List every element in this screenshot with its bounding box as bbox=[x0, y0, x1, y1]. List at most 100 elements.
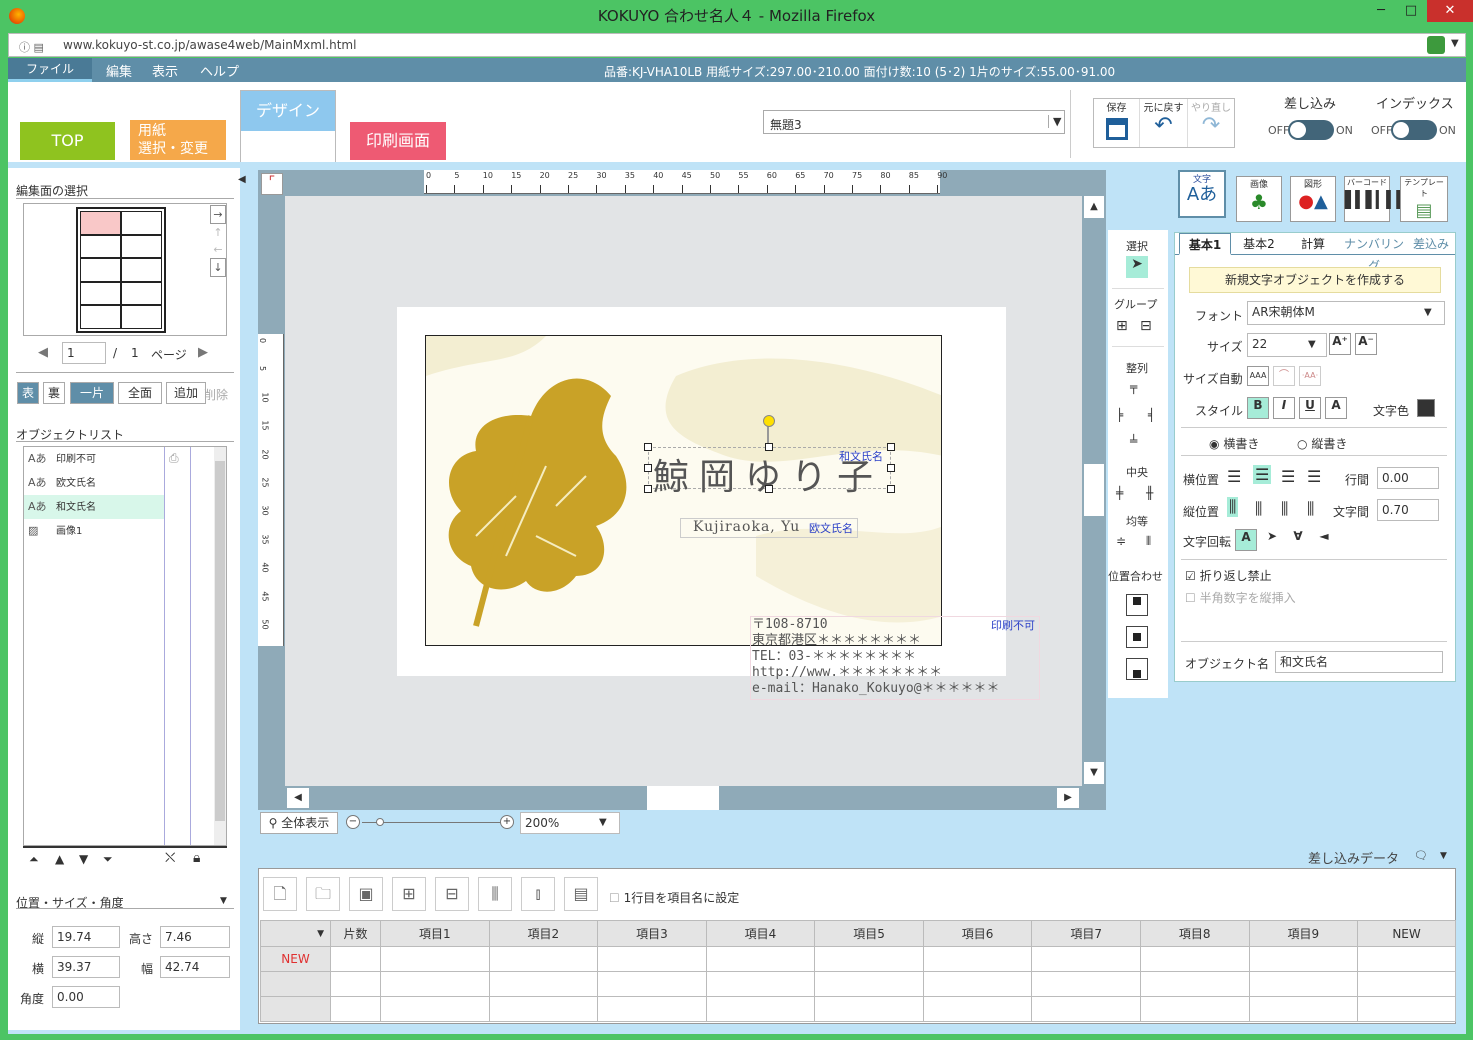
tab-2[interactable]: 基本2 bbox=[1233, 233, 1285, 255]
menu-help[interactable]: ヘルプ bbox=[200, 61, 239, 80]
zoom-select[interactable]: 200% ▼ bbox=[520, 812, 620, 834]
scroll-up-icon[interactable]: ▲ bbox=[1084, 196, 1104, 218]
table-cell[interactable] bbox=[1139, 996, 1250, 1022]
resize-handle[interactable] bbox=[887, 464, 895, 472]
scroll-thumb[interactable] bbox=[1084, 464, 1104, 516]
close-icon[interactable]: ✕ bbox=[1427, 0, 1473, 22]
vertical-scrollbar[interactable]: ▲ ▼ bbox=[1082, 196, 1106, 786]
rotate-90-icon[interactable]: ➤ bbox=[1261, 529, 1283, 551]
move-up-icon[interactable]: ▲ bbox=[55, 852, 64, 866]
autosize-arc-icon[interactable]: ⌒ bbox=[1273, 366, 1295, 386]
sheet-thumbnail[interactable]: → ↑ ← ↓ bbox=[23, 203, 227, 336]
arrow-down-icon[interactable]: ↓ bbox=[210, 258, 226, 277]
chevron-down-icon[interactable]: ▼ bbox=[1451, 38, 1459, 49]
resize-handle[interactable] bbox=[887, 443, 895, 451]
delete-column-icon[interactable]: ⫾ bbox=[521, 877, 555, 911]
center-h-icon[interactable]: ╪ bbox=[1116, 486, 1123, 500]
thumbnail-cell[interactable] bbox=[80, 258, 121, 282]
add-button[interactable]: 追加 bbox=[166, 382, 206, 404]
valign-bottom-icon[interactable]: ⫼ bbox=[1281, 499, 1288, 519]
vertical-radio[interactable]: ○ 縦書き bbox=[1297, 435, 1347, 452]
scroll-down-icon[interactable]: ▼ bbox=[1084, 762, 1104, 784]
thumbnail-cell[interactable] bbox=[80, 305, 121, 329]
table-row[interactable] bbox=[260, 971, 1456, 997]
table-cell[interactable] bbox=[1139, 971, 1250, 997]
all-faces-button[interactable]: 全面 bbox=[118, 382, 162, 404]
arrow-left-icon[interactable]: ← bbox=[210, 241, 226, 258]
position-top-icon[interactable] bbox=[1126, 594, 1148, 616]
table-cell[interactable] bbox=[705, 971, 816, 997]
group-icon[interactable]: ⊞ bbox=[1116, 318, 1128, 334]
table-cell[interactable] bbox=[705, 996, 816, 1022]
collapse-icon[interactable]: ◀ bbox=[238, 174, 246, 185]
comment-icon[interactable]: 🗨︎ bbox=[1414, 849, 1428, 862]
menu-edit[interactable]: 編集 bbox=[106, 61, 132, 80]
zoom-slider-knob[interactable] bbox=[376, 818, 384, 826]
rotate-0-icon[interactable]: A bbox=[1235, 529, 1257, 551]
minimize-icon[interactable]: ─ bbox=[1366, 0, 1396, 22]
thumbnail-cell[interactable] bbox=[80, 281, 121, 306]
scroll-thumb[interactable] bbox=[215, 461, 225, 821]
next-page-icon[interactable]: ▶ bbox=[198, 345, 208, 360]
valign-middle-icon[interactable]: ⫼ bbox=[1255, 499, 1262, 519]
table-row[interactable] bbox=[260, 996, 1456, 1022]
chevron-down-icon[interactable]: ▼ bbox=[1048, 115, 1061, 128]
column-header[interactable]: 項目8 bbox=[1139, 920, 1250, 947]
list-item[interactable]: ▨ 画像1 bbox=[24, 519, 164, 543]
thumbnail-cell[interactable] bbox=[80, 211, 121, 235]
horizontal-scrollbar[interactable]: ◀ ▶ bbox=[285, 786, 1082, 810]
column-header[interactable]: ▼ bbox=[260, 920, 331, 947]
one-piece-button[interactable]: 一片 bbox=[70, 382, 114, 404]
object-name-input[interactable]: 和文氏名 bbox=[1275, 651, 1443, 673]
align-text-justify-icon[interactable]: ☰ bbox=[1307, 467, 1321, 486]
insert-row-icon[interactable]: ⊞ bbox=[392, 877, 426, 911]
distribute-v-icon[interactable]: ≑ bbox=[1116, 534, 1126, 548]
save-data-icon[interactable]: ▣ bbox=[349, 877, 383, 911]
create-text-object-button[interactable]: 新規文字オブジェクトを作成する bbox=[1189, 267, 1441, 293]
valign-top-icon[interactable]: ⫼ bbox=[1227, 497, 1239, 517]
italic-icon[interactable]: I bbox=[1273, 397, 1295, 419]
table-cell[interactable] bbox=[330, 971, 381, 997]
table-cell[interactable] bbox=[488, 996, 599, 1022]
align-text-left-icon[interactable]: ☰ bbox=[1227, 467, 1241, 486]
text-object-name-en[interactable]: Kujiraoka, Yu 欧文氏名 bbox=[680, 518, 858, 538]
thumbnail-cell[interactable] bbox=[121, 305, 162, 329]
horizontal-radio[interactable]: ◉ 横書き bbox=[1209, 435, 1259, 452]
position-bottom-icon[interactable] bbox=[1126, 658, 1148, 680]
delete-row-icon[interactable]: ⊟ bbox=[435, 877, 469, 911]
table-cell[interactable] bbox=[260, 971, 331, 997]
object-list-scrollbar[interactable] bbox=[214, 447, 226, 845]
zoom-out-icon[interactable]: − bbox=[346, 815, 360, 829]
chevron-down-icon[interactable]: ▼ bbox=[220, 896, 227, 906]
tab-design[interactable]: デザイン bbox=[240, 90, 336, 162]
table-cell[interactable] bbox=[922, 946, 1033, 972]
addon-icon[interactable] bbox=[1427, 36, 1445, 54]
table-cell[interactable] bbox=[380, 971, 490, 997]
move-down-icon[interactable]: ▼ bbox=[79, 852, 88, 866]
chevron-down-icon[interactable]: ▼ bbox=[1424, 303, 1432, 323]
table-cell[interactable] bbox=[260, 996, 331, 1022]
scroll-thumb[interactable] bbox=[647, 786, 719, 810]
undo-button[interactable]: 元に戻す ↶ bbox=[1140, 99, 1188, 147]
table-cell[interactable] bbox=[814, 996, 924, 1022]
redo-button[interactable]: やり直し ↷ bbox=[1188, 99, 1234, 147]
tab-3[interactable]: 計算 bbox=[1287, 233, 1339, 255]
table-cell[interactable] bbox=[1357, 946, 1456, 972]
table-cell[interactable] bbox=[1031, 971, 1141, 997]
column-header[interactable]: 項目7 bbox=[1031, 920, 1141, 947]
tab-paper[interactable]: 用紙 選択・変更 bbox=[130, 120, 226, 160]
info-icon[interactable]: ⓘ ▤ bbox=[19, 39, 44, 55]
fit-all-button[interactable]: ⚲ 全体表示 bbox=[260, 812, 338, 834]
thumbnail-cell[interactable] bbox=[121, 211, 162, 235]
resize-handle[interactable] bbox=[644, 443, 652, 451]
table-cell[interactable] bbox=[380, 946, 490, 972]
ungroup-icon[interactable]: ⊟ bbox=[1140, 318, 1152, 334]
table-cell[interactable] bbox=[705, 946, 816, 972]
column-header[interactable]: 項目6 bbox=[922, 920, 1033, 947]
leaf-image[interactable] bbox=[436, 356, 636, 646]
move-bottom-icon[interactable]: ⏷ bbox=[103, 852, 113, 867]
tab-4[interactable]: ナンバリング bbox=[1341, 233, 1407, 273]
font-shrink-icon[interactable]: A⁻ bbox=[1355, 333, 1377, 355]
new-row-cell[interactable]: NEW bbox=[260, 946, 331, 972]
column-header[interactable]: 片数 bbox=[330, 920, 381, 947]
